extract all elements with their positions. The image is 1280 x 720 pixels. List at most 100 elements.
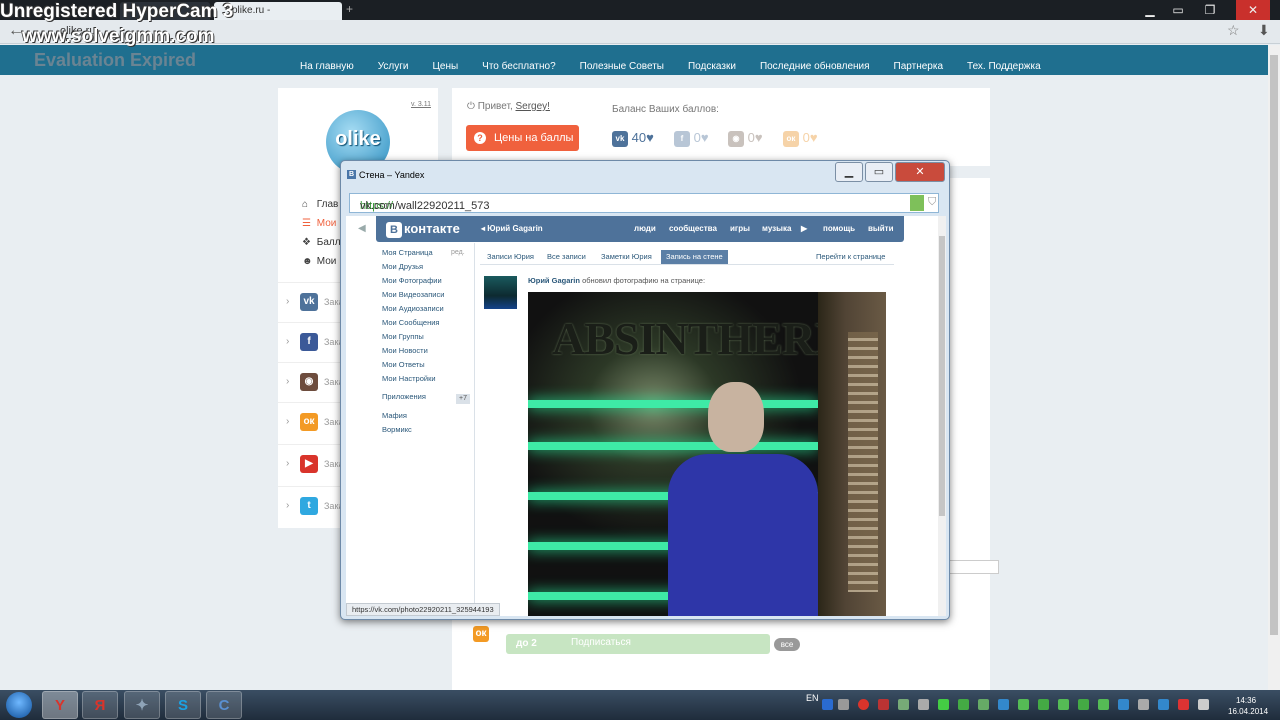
vk-edit-link[interactable]: ред. xyxy=(451,249,465,256)
tray-icon[interactable] xyxy=(1118,699,1129,710)
vk-nav-help[interactable]: помощь xyxy=(823,224,855,233)
tray-icon[interactable] xyxy=(898,699,909,710)
chevron-right-icon: › xyxy=(286,336,290,347)
nav-item-hints[interactable]: Подсказки xyxy=(688,45,736,75)
chevron-left-icon[interactable]: ◀ xyxy=(358,223,366,234)
clock-date[interactable]: 16.04.2014 xyxy=(1228,707,1268,716)
vk-menu-item[interactable]: Мои Видеозаписи xyxy=(382,290,444,299)
language-indicator[interactable]: EN xyxy=(806,693,819,703)
vk-menu-item[interactable]: Мои Ответы xyxy=(382,360,425,369)
tray-icon[interactable] xyxy=(998,699,1009,710)
avatar[interactable] xyxy=(484,276,517,309)
vk-tab[interactable]: Записи Юрия xyxy=(482,250,539,264)
tray-icon[interactable] xyxy=(878,699,889,710)
pin-icon[interactable]: ▭ xyxy=(1164,0,1192,20)
vk-menu-item[interactable]: Моя Страница xyxy=(382,248,433,257)
tray-icon[interactable] xyxy=(1158,699,1169,710)
vk-post-author[interactable]: Юрий Gagarin xyxy=(528,276,580,285)
nav-item-support[interactable]: Тех. Поддержка xyxy=(967,45,1041,75)
sidebar-item-points[interactable]: ❖ Балл xyxy=(302,237,341,248)
minimize-icon[interactable]: ▁ xyxy=(1136,0,1164,20)
minimize-icon[interactable]: ▁ xyxy=(835,162,863,182)
vk-nav-games[interactable]: игры xyxy=(730,224,750,233)
skype-icon[interactable]: S xyxy=(165,691,201,719)
vk-user-link[interactable]: ◂ Юрий Gagarin xyxy=(481,224,543,233)
close-icon[interactable]: ✕ xyxy=(1236,0,1270,20)
wings-icon[interactable]: ✦ xyxy=(124,691,160,719)
vk-post-photo[interactable]: ABSINTHERIE xyxy=(528,292,886,616)
vk-tab[interactable]: Все записи xyxy=(542,250,591,264)
vk-menu-item[interactable]: Мои Новости xyxy=(382,346,428,355)
maximize-icon[interactable]: ▭ xyxy=(865,162,893,182)
clock-time[interactable]: 14:36 xyxy=(1236,696,1256,705)
shield-icon[interactable]: ⛉ xyxy=(928,196,936,209)
nav-item-prices[interactable]: Цены xyxy=(433,45,459,75)
vk-menu-item[interactable]: Приложения xyxy=(382,392,426,401)
popup-address-bar[interactable]: https://vk.com/wall22920211_573 ⛉ xyxy=(349,193,939,213)
download-icon[interactable]: ⬇ xyxy=(1258,22,1270,39)
tray-icon[interactable] xyxy=(1138,699,1149,710)
vk-menu-item[interactable]: Вормикс xyxy=(382,425,412,434)
page-scrollbar[interactable] xyxy=(1268,45,1280,690)
tray-icon[interactable] xyxy=(918,699,929,710)
start-button[interactable] xyxy=(6,692,32,718)
nav-item-free[interactable]: Что бесплатно? xyxy=(482,45,555,75)
vk-menu-item[interactable]: Мои Группы xyxy=(382,332,424,341)
nav-item-tips[interactable]: Полезные Советы xyxy=(580,45,664,75)
sidebar-item-home[interactable]: ⌂ Глав xyxy=(302,199,338,210)
nav-item-partners[interactable]: Партнерка xyxy=(894,45,943,75)
yandex-icon[interactable]: Я xyxy=(82,691,118,719)
power-icon[interactable]: ⏻ xyxy=(467,101,475,112)
tray-icon[interactable] xyxy=(1098,699,1109,710)
close-icon[interactable]: ✕ xyxy=(895,162,945,182)
tray-icon[interactable] xyxy=(958,699,969,710)
facebook-icon: f xyxy=(674,130,690,147)
username-link[interactable]: Sergey! xyxy=(516,101,550,112)
yandex-browser-icon[interactable]: Y xyxy=(42,691,78,719)
vk-apps-count[interactable]: +7 xyxy=(456,394,470,404)
tray-icon[interactable] xyxy=(1018,699,1029,710)
vk-tab[interactable]: Заметки Юрия xyxy=(596,250,657,264)
favorite-star-icon[interactable]: ☆ xyxy=(1227,22,1240,39)
app-icon[interactable]: C xyxy=(206,691,242,719)
vk-menu-item[interactable]: Мои Сообщения xyxy=(382,318,439,327)
sidebar-item-referrals[interactable]: ☻ Мои xyxy=(302,256,336,267)
tray-icon[interactable] xyxy=(838,699,849,710)
tray-icon[interactable] xyxy=(938,699,949,710)
nav-item-home[interactable]: На главную xyxy=(300,45,354,75)
sidebar-item-orders[interactable]: ☰ Мои xyxy=(302,218,336,229)
vk-menu-item[interactable]: Мои Аудиозаписи xyxy=(382,304,444,313)
play-icon[interactable]: ▶ xyxy=(801,224,807,233)
vk-menu-item[interactable]: Мои Фотографии xyxy=(382,276,442,285)
vk-tab-active[interactable]: Запись на стене xyxy=(661,250,728,264)
vk-nav-logout[interactable]: выйти xyxy=(868,224,894,233)
vk-logo[interactable]: Вконтакте xyxy=(386,221,460,238)
tray-icon[interactable] xyxy=(1078,699,1089,710)
vk-goto-link[interactable]: Перейти к странице xyxy=(816,252,885,261)
vk-nav-music[interactable]: музыка xyxy=(762,224,791,233)
tray-icon[interactable] xyxy=(1038,699,1049,710)
tray-icon[interactable] xyxy=(1178,699,1189,710)
maximize-icon[interactable]: ❐ xyxy=(1196,0,1224,20)
nav-item-services[interactable]: Услуги xyxy=(378,45,409,75)
vk-page: ◀ Вконтакте ◂ Юрий Gagarin люди сообщест… xyxy=(346,216,946,616)
vk-menu-item[interactable]: Мафия xyxy=(382,411,407,420)
list-icon: ☰ xyxy=(302,218,311,229)
vk-menu-item[interactable]: Мои Настройки xyxy=(382,374,436,383)
subscribe-bar[interactable]: до 2 Подписаться xyxy=(506,634,770,654)
help-icon[interactable] xyxy=(822,699,833,710)
all-button[interactable]: все xyxy=(774,638,800,651)
prices-button[interactable]: ? Цены на баллы xyxy=(466,125,579,151)
tray-icon[interactable] xyxy=(978,699,989,710)
vk-nav-communities[interactable]: сообщества xyxy=(669,224,717,233)
new-tab-icon[interactable]: + xyxy=(346,2,353,16)
record-icon[interactable] xyxy=(858,699,869,710)
vk-nav-people[interactable]: люди xyxy=(634,224,656,233)
volume-icon[interactable] xyxy=(1198,699,1209,710)
popup-scrollbar[interactable] xyxy=(938,216,946,616)
tray-icon[interactable] xyxy=(1058,699,1069,710)
chevron-right-icon: › xyxy=(286,296,290,307)
nav-item-updates[interactable]: Последние обновления xyxy=(760,45,870,75)
version-link[interactable]: v. 3.11 xyxy=(411,101,431,108)
vk-menu-item[interactable]: Мои Друзья xyxy=(382,262,423,271)
